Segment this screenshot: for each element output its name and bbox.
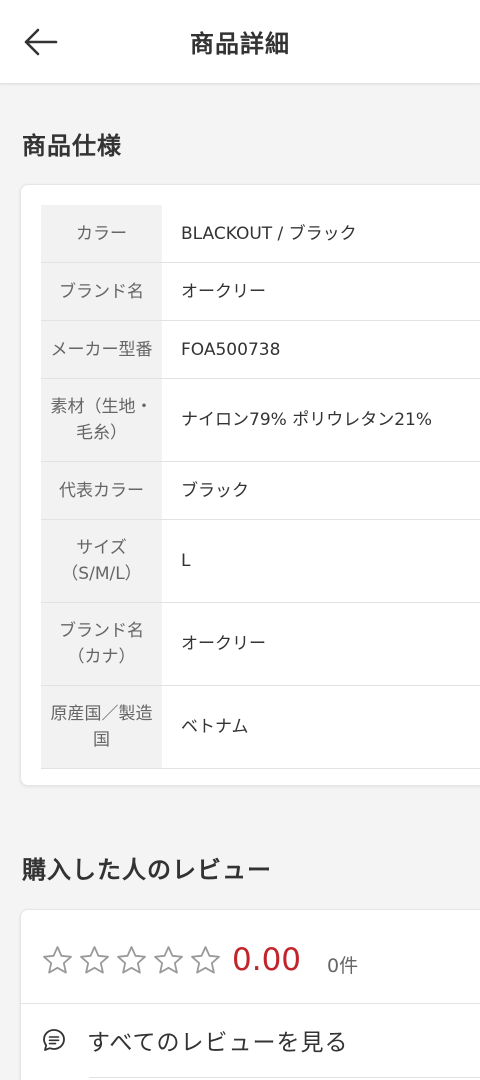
spec-value: L — [181, 551, 191, 571]
app-header: 商品詳細 — [0, 0, 480, 84]
spec-key: ブランド名（カナ） — [41, 603, 162, 685]
star-icon — [117, 945, 146, 973]
star-icon — [43, 945, 72, 973]
spec-row: メーカー型番 FOA500738 — [41, 321, 480, 379]
spec-key: カラー — [41, 205, 162, 262]
spec-key: 素材（生地・毛糸） — [41, 379, 162, 461]
rating-value: 0.00 — [232, 942, 302, 978]
spec-row: 代表カラー ブラック — [41, 462, 480, 520]
spec-value: オークリー — [181, 281, 266, 302]
star-icon — [154, 945, 183, 973]
spec-row: 原産国／製造国 ベトナム — [41, 686, 480, 769]
spec-value: ブラック — [181, 480, 249, 501]
comment-icon — [43, 1029, 65, 1051]
star-icon — [191, 945, 220, 973]
page-title: 商品詳細 — [190, 30, 290, 58]
spec-section-title: 商品仕様 — [22, 132, 122, 160]
spec-row: カラー BLACKOUT / ブラック — [41, 205, 480, 263]
review-count: 0件 — [327, 954, 359, 977]
spec-table: カラー BLACKOUT / ブラック ブランド名 オークリー メーカー型番 F… — [41, 205, 480, 769]
spec-row: サイズ（S/M/L） L — [41, 520, 480, 603]
spec-key: 代表カラー — [41, 462, 162, 519]
spec-value: オークリー — [181, 634, 266, 654]
spec-key: メーカー型番 — [41, 321, 162, 378]
spec-card: カラー BLACKOUT / ブラック ブランド名 オークリー メーカー型番 F… — [20, 184, 480, 786]
spec-key: サイズ（S/M/L） — [41, 520, 162, 602]
spec-row: ブランド名 オークリー — [41, 263, 480, 321]
star-icon — [80, 945, 109, 973]
divider — [21, 1003, 480, 1004]
rating-row: 0.00 0件 — [41, 940, 358, 980]
spec-value: ナイロン79% ポリウレタン21% — [181, 410, 432, 430]
all-reviews-label: すべてのレビューを見る — [87, 1030, 349, 1056]
spec-value: BLACKOUT / ブラック — [181, 223, 357, 244]
spec-row: 素材（生地・毛糸） ナイロン79% ポリウレタン21% — [41, 379, 480, 462]
spec-key: 原産国／製造国 — [41, 686, 162, 768]
review-card: 0.00 0件 すべてのレビューを見る — [20, 909, 480, 1080]
all-reviews-link[interactable]: すべてのレビューを見る — [41, 1020, 480, 1060]
spec-key: ブランド名 — [41, 263, 162, 320]
spec-row: ブランド名（カナ） オークリー — [41, 603, 480, 686]
divider — [89, 1077, 480, 1078]
review-section-title: 購入した人のレビュー — [22, 856, 272, 884]
spec-value: ベトナム — [181, 717, 249, 737]
spec-value: FOA500738 — [181, 339, 281, 360]
